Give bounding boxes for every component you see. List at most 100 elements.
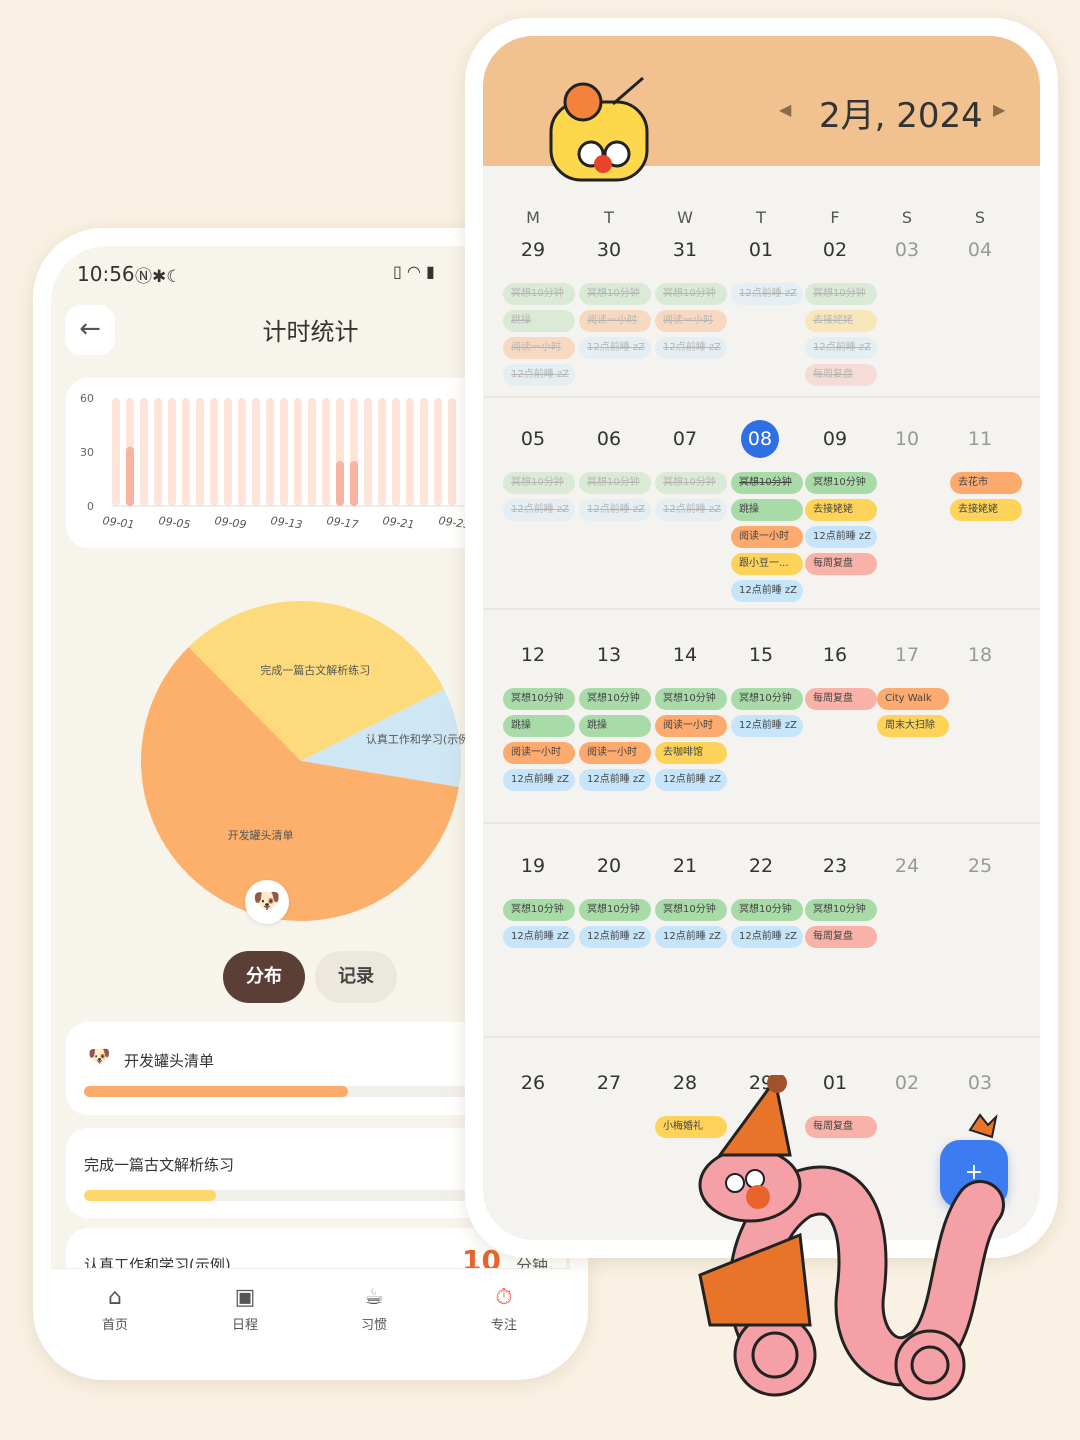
nav-habits[interactable]: ☕ 习惯	[334, 1285, 414, 1333]
day-date[interactable]: 02	[815, 231, 855, 269]
event-chip[interactable]: 去接姥姥	[950, 499, 1022, 521]
day-date[interactable]: 27	[589, 1064, 629, 1102]
event-chip[interactable]: 阅读一小时	[503, 742, 575, 764]
day-date[interactable]: 16	[815, 636, 855, 674]
event-chip[interactable]: 冥想10分钟	[731, 899, 803, 921]
event-chip[interactable]: 12点前睡 zZ	[731, 580, 803, 602]
day-date[interactable]: 30	[589, 231, 629, 269]
day-date[interactable]: 15	[741, 636, 781, 674]
event-chip[interactable]: 12点前睡 zZ	[805, 337, 877, 359]
event-chip[interactable]: 跳操	[731, 499, 803, 521]
event-chip[interactable]: 12点前睡 zZ	[503, 769, 575, 791]
event-chip[interactable]: 跳操	[579, 715, 651, 737]
day-date[interactable]: 18	[960, 636, 1000, 674]
event-chip[interactable]: 去接姥姥	[805, 499, 877, 521]
day-date[interactable]: 11	[960, 420, 1000, 458]
day-date[interactable]: 06	[589, 420, 629, 458]
day-date[interactable]: 25	[960, 847, 1000, 885]
event-chip[interactable]: 阅读一小时	[731, 526, 803, 548]
bar-background	[154, 398, 162, 506]
event-chip[interactable]: 去花市	[950, 472, 1022, 494]
event-chip[interactable]: 每周复盘	[805, 364, 877, 386]
event-chip[interactable]: 周末大扫除	[877, 715, 949, 737]
event-chip[interactable]: 冥想10分钟	[731, 688, 803, 710]
day-date[interactable]: 23	[815, 847, 855, 885]
day-date[interactable]: 05	[513, 420, 553, 458]
event-chip[interactable]: 冥想10分钟	[579, 283, 651, 305]
event-chip[interactable]: City Walk	[877, 688, 949, 710]
event-chip[interactable]: 跳操	[503, 715, 575, 737]
event-chip[interactable]: 冥想10分钟	[503, 899, 575, 921]
event-chip[interactable]: 阅读一小时	[579, 310, 651, 332]
x-tick-label: 09-13	[270, 514, 303, 531]
event-chip[interactable]: 12点前睡 zZ	[655, 499, 727, 521]
event-chip[interactable]: 12点前睡 zZ	[579, 337, 651, 359]
records-tab[interactable]: 记录	[315, 951, 397, 1003]
event-chip[interactable]: 12点前睡 zZ	[503, 499, 575, 521]
day-date[interactable]: 21	[665, 847, 705, 885]
event-chip[interactable]: 去咖啡馆	[655, 742, 727, 764]
day-date[interactable]: 12	[513, 636, 553, 674]
day-date[interactable]: 01	[741, 231, 781, 269]
day-date[interactable]: 20	[589, 847, 629, 885]
event-chip[interactable]: 阅读一小时	[579, 742, 651, 764]
event-chip[interactable]: 冥想10分钟	[579, 688, 651, 710]
day-date[interactable]: 19	[513, 847, 553, 885]
event-chip[interactable]: 12点前睡 zZ	[655, 337, 727, 359]
event-chip[interactable]: 冥想10分钟	[805, 283, 877, 305]
event-chip[interactable]: 12点前睡 zZ	[503, 364, 575, 386]
day-date[interactable]: 22	[741, 847, 781, 885]
event-chip[interactable]: 冥想10分钟	[503, 688, 575, 710]
event-chip[interactable]: 冥想10分钟	[655, 688, 727, 710]
day-date[interactable]: 31	[665, 231, 705, 269]
event-chip[interactable]: 冥想10分钟	[503, 283, 575, 305]
day-date[interactable]: 17	[887, 636, 927, 674]
event-chip[interactable]: 12点前睡 zZ	[579, 769, 651, 791]
event-chip[interactable]: 跟小豆一...	[731, 553, 803, 575]
event-chip[interactable]: 阅读一小时	[503, 337, 575, 359]
event-chip[interactable]: 12点前睡 zZ	[731, 283, 803, 305]
nav-focus[interactable]: ⏱ 专注	[464, 1285, 544, 1333]
event-chip[interactable]: 12点前睡 zZ	[731, 926, 803, 948]
event-chip[interactable]: 阅读一小时	[655, 715, 727, 737]
event-chip[interactable]: 冥想10分钟	[579, 899, 651, 921]
bar-background	[294, 398, 302, 506]
event-chip[interactable]: 跳操	[503, 310, 575, 332]
event-chip[interactable]: 冥想10分钟	[655, 899, 727, 921]
day-date[interactable]: 13	[589, 636, 629, 674]
event-chip[interactable]: 去接姥姥	[805, 310, 877, 332]
today-date[interactable]: 08	[741, 420, 779, 458]
event-chip[interactable]: 每周复盘	[805, 553, 877, 575]
event-chip[interactable]: 冥想10分钟	[805, 472, 877, 494]
event-chip[interactable]: 每周复盘	[805, 926, 877, 948]
event-chip[interactable]: 冥想10分钟	[503, 472, 575, 494]
event-chip[interactable]: 12点前睡 zZ	[579, 499, 651, 521]
event-chip[interactable]: 冥想10分钟	[805, 899, 877, 921]
event-chip[interactable]: 12点前睡 zZ	[731, 715, 803, 737]
nav-home[interactable]: ⌂ 首页	[75, 1285, 155, 1333]
day-date[interactable]: 29	[513, 231, 553, 269]
pie-label: 开发罐头清单	[228, 828, 294, 842]
event-chip[interactable]: 每周复盘	[805, 688, 877, 710]
event-chip[interactable]: 12点前睡 zZ	[805, 526, 877, 548]
day-date[interactable]: 04	[960, 231, 1000, 269]
day-date[interactable]: 24	[887, 847, 927, 885]
day-date[interactable]: 07	[665, 420, 705, 458]
event-chip[interactable]: 冥想10分钟	[655, 283, 727, 305]
day-date[interactable]: 10	[887, 420, 927, 458]
day-date[interactable]: 09	[815, 420, 855, 458]
event-chip[interactable]: 冥想10分钟	[655, 472, 727, 494]
event-chip[interactable]: 12点前睡 zZ	[579, 926, 651, 948]
nav-schedule[interactable]: ▣ 日程	[205, 1285, 285, 1333]
distribution-tab[interactable]: 分布	[223, 951, 305, 1003]
event-chip[interactable]: 12点前睡 zZ	[655, 926, 727, 948]
day-date[interactable]: 14	[665, 636, 705, 674]
event-chip[interactable]: 冥想10分钟	[579, 472, 651, 494]
signal-icon: ▮	[425, 262, 435, 281]
day-date[interactable]: 03	[887, 231, 927, 269]
event-chip[interactable]: 阅读一小时	[655, 310, 727, 332]
day-date[interactable]: 26	[513, 1064, 553, 1102]
event-chip[interactable]: 冥想10分钟	[731, 472, 803, 494]
event-chip[interactable]: 12点前睡 zZ	[655, 769, 727, 791]
event-chip[interactable]: 12点前睡 zZ	[503, 926, 575, 948]
